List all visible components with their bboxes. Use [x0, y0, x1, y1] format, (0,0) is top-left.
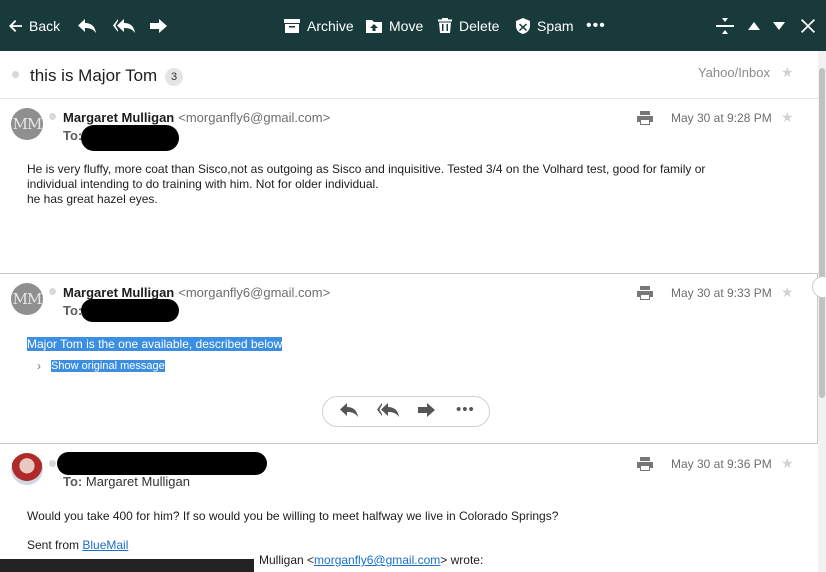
spam-button[interactable]: Spam — [516, 0, 574, 51]
move-icon — [366, 19, 382, 33]
sender[interactable]: Margaret Mulligan <morganfly6@gmail.com> — [63, 285, 330, 300]
sender-email: <morganfly6@gmail.com> — [178, 110, 331, 125]
reply-all-button[interactable] — [113, 0, 135, 51]
reply-all-icon — [113, 18, 135, 33]
bluemail-link[interactable]: BlueMail — [82, 538, 128, 552]
message-card-active[interactable]: MM Margaret Mulligan <morganfly6@gmail.co… — [0, 273, 818, 444]
chevron-right-icon: › — [37, 359, 41, 373]
more-icon[interactable]: ••• — [456, 401, 475, 418]
message-date: May 30 at 9:33 PM — [671, 286, 772, 300]
scrollbar-thumb[interactable] — [819, 68, 825, 398]
body-line: Major Tom is the one available, describe… — [27, 337, 283, 351]
unread-dot[interactable] — [49, 288, 56, 295]
message-body: He is very fluffy, more coat than Sisco,… — [27, 162, 787, 207]
body-line: Would you take 400 for him? If so would … — [27, 509, 559, 523]
spam-label: Spam — [537, 17, 574, 34]
arrow-left-icon — [9, 19, 22, 32]
up-icon — [748, 21, 760, 30]
recipient-name: Margaret Mulligan — [85, 474, 190, 489]
sender-name: Margaret Mulligan — [63, 285, 175, 300]
close-button[interactable] — [801, 0, 815, 51]
folder-path: Yahoo/Inbox — [697, 65, 770, 80]
to-label: To: — [63, 128, 83, 143]
forward-icon[interactable] — [418, 403, 435, 417]
body-line: individual intending to do training with… — [27, 177, 379, 191]
move-button[interactable]: Move — [366, 0, 423, 51]
previous-message-button[interactable] — [748, 0, 760, 51]
message-date: May 30 at 9:36 PM — [671, 457, 772, 471]
collapse-icon — [716, 17, 734, 34]
star-icon[interactable]: ★ — [781, 64, 794, 81]
avatar: MM — [11, 283, 43, 315]
thread-subject: this is Major Tom — [30, 66, 158, 85]
signature: Sent from BlueMail — [27, 538, 787, 553]
redaction — [57, 452, 267, 475]
reply-all-icon[interactable] — [377, 403, 399, 417]
show-original-label: Show original message — [51, 360, 165, 372]
unread-dot[interactable] — [49, 113, 56, 120]
show-original-toggle[interactable]: › Show original message — [37, 359, 165, 373]
delete-button[interactable]: Delete — [438, 0, 499, 51]
printer-icon[interactable] — [637, 286, 653, 300]
quote-email-link[interactable]: morganfly6@gmail.com — [314, 553, 440, 567]
body-line: he has great hazel eyes. — [27, 192, 158, 206]
quick-actions: ••• — [322, 396, 490, 427]
message-body: Would you take 400 for him? If so would … — [27, 509, 787, 524]
quote-name: Mulligan < — [259, 553, 315, 567]
star-icon[interactable]: ★ — [781, 455, 794, 472]
next-message-button[interactable] — [773, 0, 785, 51]
recipient: To: Margaret Mulligan — [63, 474, 190, 489]
forward-icon — [150, 18, 167, 33]
archive-button[interactable]: Archive — [284, 0, 354, 51]
move-label: Move — [389, 17, 424, 34]
archive-label: Archive — [307, 17, 354, 34]
sender-name: Margaret Mulligan — [63, 110, 175, 125]
more-button[interactable]: ••• — [586, 0, 606, 51]
body-line: He is very fluffy, more coat than Sisco,… — [27, 162, 706, 176]
avatar — [11, 453, 43, 485]
more-icon: ••• — [586, 16, 606, 34]
shield-icon — [516, 17, 530, 34]
trash-icon — [438, 18, 452, 33]
forward-button[interactable] — [150, 0, 167, 51]
printer-icon[interactable] — [637, 111, 653, 125]
quote-header: Mulligan <morganfly6@gmail.com> wrote: — [259, 553, 659, 568]
redaction — [81, 125, 179, 151]
sender[interactable]: Margaret Mulligan <morganfly6@gmail.com> — [63, 110, 330, 125]
toolbar: Back Archive Move Delete Spam ••• — [0, 0, 826, 51]
to-label: To: — [63, 303, 83, 318]
to-label: To: — [63, 474, 83, 489]
archive-icon — [284, 18, 300, 33]
down-icon — [773, 21, 785, 30]
reply-button[interactable] — [78, 0, 96, 51]
message-body: Major Tom is the one available, describe… — [27, 337, 787, 352]
unread-dot[interactable] — [49, 460, 56, 467]
printer-icon[interactable] — [637, 457, 653, 471]
message-card[interactable]: To: Margaret Mulligan May 30 at 9:36 PM … — [0, 444, 818, 572]
star-icon[interactable]: ★ — [781, 109, 794, 126]
unread-dot[interactable] — [12, 71, 19, 78]
message-card[interactable]: MM Margaret Mulligan <morganfly6@gmail.co… — [0, 99, 818, 273]
quote-suffix: > wrote: — [440, 553, 484, 567]
sender-email: <morganfly6@gmail.com> — [178, 285, 331, 300]
sent-from-prefix: Sent from — [27, 538, 83, 552]
message-date: May 30 at 9:28 PM — [671, 111, 772, 125]
taskbar-strip — [0, 559, 254, 572]
star-icon[interactable]: ★ — [781, 284, 794, 301]
redaction — [81, 299, 179, 322]
reply-icon[interactable] — [340, 403, 358, 417]
thread-count-badge: 3 — [165, 68, 183, 86]
thread-header: this is Major Tom 3 Yahoo/Inbox ★ — [0, 51, 818, 99]
close-icon — [801, 18, 815, 33]
reply-icon — [78, 18, 96, 33]
collapse-button[interactable] — [716, 0, 734, 51]
delete-label: Delete — [459, 17, 500, 34]
back-label: Back — [29, 17, 61, 34]
back-button[interactable]: Back — [9, 0, 60, 51]
avatar: MM — [11, 108, 43, 140]
